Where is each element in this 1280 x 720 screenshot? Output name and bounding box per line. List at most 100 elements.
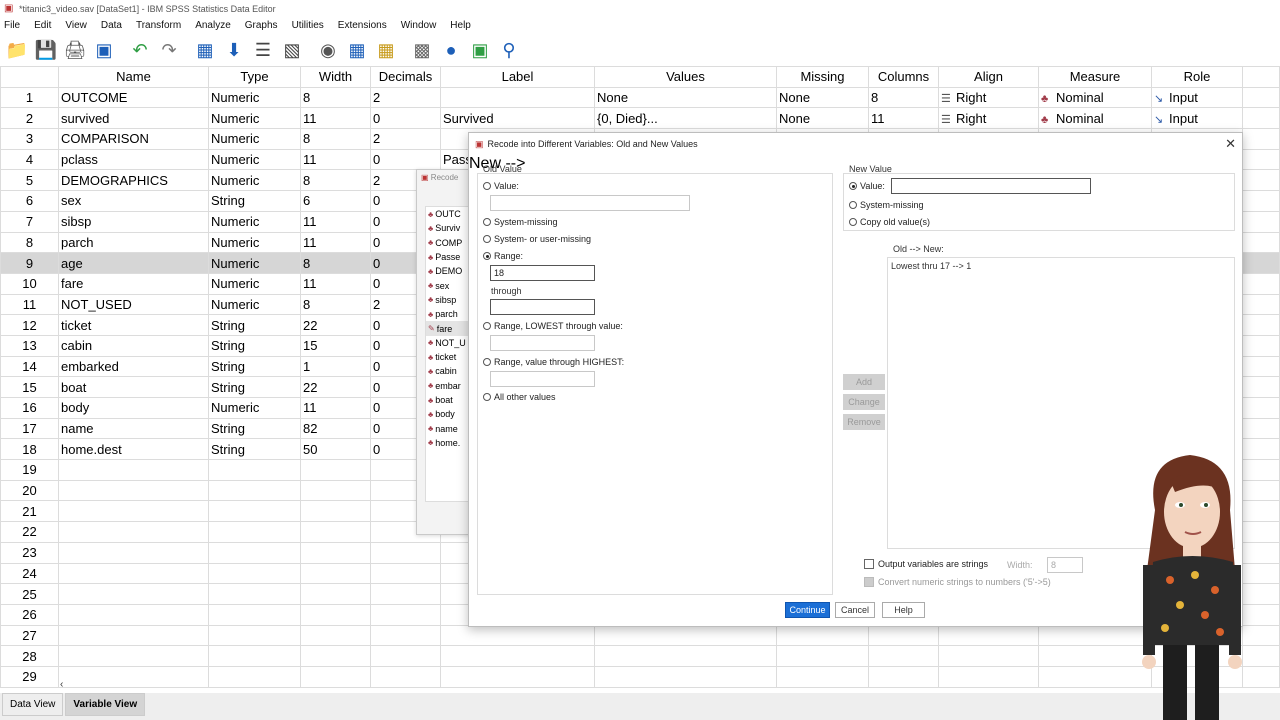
old-sys-user-missing-radio[interactable]: System- or user-missing — [483, 234, 591, 244]
old-range-lowest-radio[interactable]: Range, LOWEST through value: — [483, 321, 623, 331]
cell-type[interactable]: Numeric — [208, 231, 301, 254]
row-number[interactable]: 24 — [0, 562, 59, 585]
cell-dec[interactable] — [370, 562, 441, 585]
cell-label[interactable]: Survived — [440, 107, 595, 130]
cell-type[interactable] — [208, 521, 301, 543]
row-number[interactable]: 2 — [0, 107, 59, 130]
cell-name[interactable]: home.dest — [58, 438, 209, 461]
cell-dec[interactable] — [370, 583, 441, 605]
cell-name[interactable]: body — [58, 397, 209, 419]
cell-dec[interactable]: 0 — [370, 148, 441, 171]
row-number[interactable]: 16 — [0, 397, 59, 419]
old-value-radio[interactable]: Value: — [483, 181, 519, 191]
cell-width[interactable]: 8 — [300, 169, 371, 192]
cell-type[interactable]: Numeric — [208, 293, 301, 316]
cell-dec[interactable] — [370, 645, 441, 667]
row-number[interactable]: 1 — [0, 86, 59, 109]
cell-type[interactable]: Numeric — [208, 252, 301, 274]
output-strings-checkbox[interactable]: Output variables are strings — [864, 559, 988, 569]
cell-name[interactable]: sex — [58, 190, 209, 212]
cell-width[interactable] — [300, 603, 371, 626]
cell-type[interactable]: Numeric — [208, 107, 301, 130]
cell-dec[interactable] — [370, 624, 441, 647]
cell-name[interactable] — [58, 500, 209, 523]
cell-name[interactable]: OUTCOME — [58, 86, 209, 109]
col-header-decimals[interactable]: Decimals — [370, 66, 441, 88]
row-number[interactable]: 17 — [0, 417, 59, 440]
cell-align[interactable] — [938, 645, 1039, 667]
width-input[interactable]: 8 — [1047, 557, 1083, 573]
weight-cases-icon[interactable]: ● — [440, 39, 462, 61]
cell-align[interactable] — [938, 624, 1039, 647]
cell-name[interactable]: sibsp — [58, 210, 209, 233]
cell-dec[interactable] — [370, 541, 441, 564]
row-number[interactable]: 9 — [0, 252, 59, 274]
cell-width[interactable]: 22 — [300, 376, 371, 398]
cell-width[interactable]: 8 — [300, 86, 371, 109]
menu-extensions[interactable]: Extensions — [338, 20, 387, 31]
cell-type[interactable] — [208, 583, 301, 605]
cancel-button[interactable]: Cancel — [835, 602, 875, 618]
cell-type[interactable] — [208, 459, 301, 481]
row-number[interactable]: 26 — [0, 603, 59, 626]
cell-missing[interactable] — [776, 624, 869, 647]
menu-help[interactable]: Help — [450, 20, 471, 31]
cell-align[interactable]: ☰ Right — [938, 107, 1039, 130]
insert-cases-icon[interactable]: ▦ — [346, 39, 368, 61]
cell-width[interactable]: 11 — [300, 210, 371, 233]
col-header-align[interactable]: Align — [938, 66, 1039, 88]
cell-name[interactable]: NOT_USED — [58, 293, 209, 316]
goto-variable-icon[interactable]: ⬇ — [223, 39, 245, 61]
cell-cols[interactable]: 11 — [868, 107, 939, 130]
cell-type[interactable] — [208, 603, 301, 626]
cell-width[interactable] — [300, 541, 371, 564]
cell-type[interactable]: String — [208, 314, 301, 336]
cell-width[interactable]: 22 — [300, 314, 371, 336]
cell-values[interactable] — [594, 624, 777, 647]
table-row[interactable]: 2 survived Numeric 11 0 Survived {0, Died}... N… — [0, 107, 1280, 130]
cell-type[interactable]: Numeric — [208, 272, 301, 295]
cell-cols[interactable]: 8 — [868, 86, 939, 109]
cell-width[interactable] — [300, 562, 371, 585]
menu-data[interactable]: Data — [101, 20, 122, 31]
cell-type[interactable]: Numeric — [208, 169, 301, 192]
menu-analyze[interactable]: Analyze — [195, 20, 231, 31]
cell-type[interactable] — [208, 541, 301, 564]
cell-dec[interactable]: 0 — [370, 107, 441, 130]
cell-type[interactable] — [208, 479, 301, 502]
row-number[interactable]: 11 — [0, 293, 59, 316]
cell-width[interactable]: 6 — [300, 190, 371, 212]
row-number[interactable]: 12 — [0, 314, 59, 336]
old-all-other-radio[interactable]: All other values — [483, 392, 556, 402]
row-number[interactable]: 8 — [0, 231, 59, 254]
cell-name[interactable]: cabin — [58, 334, 209, 357]
tab-data-view[interactable]: Data View — [2, 693, 64, 716]
cell-name[interactable] — [58, 541, 209, 564]
col-header-role[interactable]: Role — [1151, 66, 1243, 88]
col-header-missing[interactable]: Missing — [776, 66, 869, 88]
cell-type[interactable] — [208, 645, 301, 667]
cell-type[interactable]: Numeric — [208, 397, 301, 419]
cell-width[interactable]: 11 — [300, 231, 371, 254]
cell-width[interactable] — [300, 645, 371, 667]
col-header-name[interactable]: Name — [58, 66, 209, 88]
cell-cols[interactable] — [868, 645, 939, 667]
cell-values[interactable] — [594, 645, 777, 667]
dialog-recall-icon[interactable]: ▣ — [93, 39, 115, 61]
cell-width[interactable] — [300, 500, 371, 523]
cell-type[interactable]: String — [208, 417, 301, 440]
old-range-highest-radio[interactable]: Range, value through HIGHEST: — [483, 357, 624, 367]
old-new-item[interactable]: Lowest thru 17 --> 1 — [891, 261, 971, 271]
col-header-type[interactable]: Type — [208, 66, 301, 88]
help-button[interactable]: Help — [882, 602, 925, 618]
cell-width[interactable]: 11 — [300, 272, 371, 295]
col-header-columns[interactable]: Columns — [868, 66, 939, 88]
cell-cols[interactable] — [868, 624, 939, 647]
close-icon[interactable]: ✕ — [1225, 136, 1236, 152]
cell-name[interactable]: age — [58, 252, 209, 274]
menu-graphs[interactable]: Graphs — [245, 20, 278, 31]
cell-name[interactable]: boat — [58, 376, 209, 398]
select-cases-icon[interactable]: ▣ — [469, 39, 491, 61]
cell-type[interactable]: Numeric — [208, 210, 301, 233]
row-number[interactable]: 6 — [0, 190, 59, 212]
